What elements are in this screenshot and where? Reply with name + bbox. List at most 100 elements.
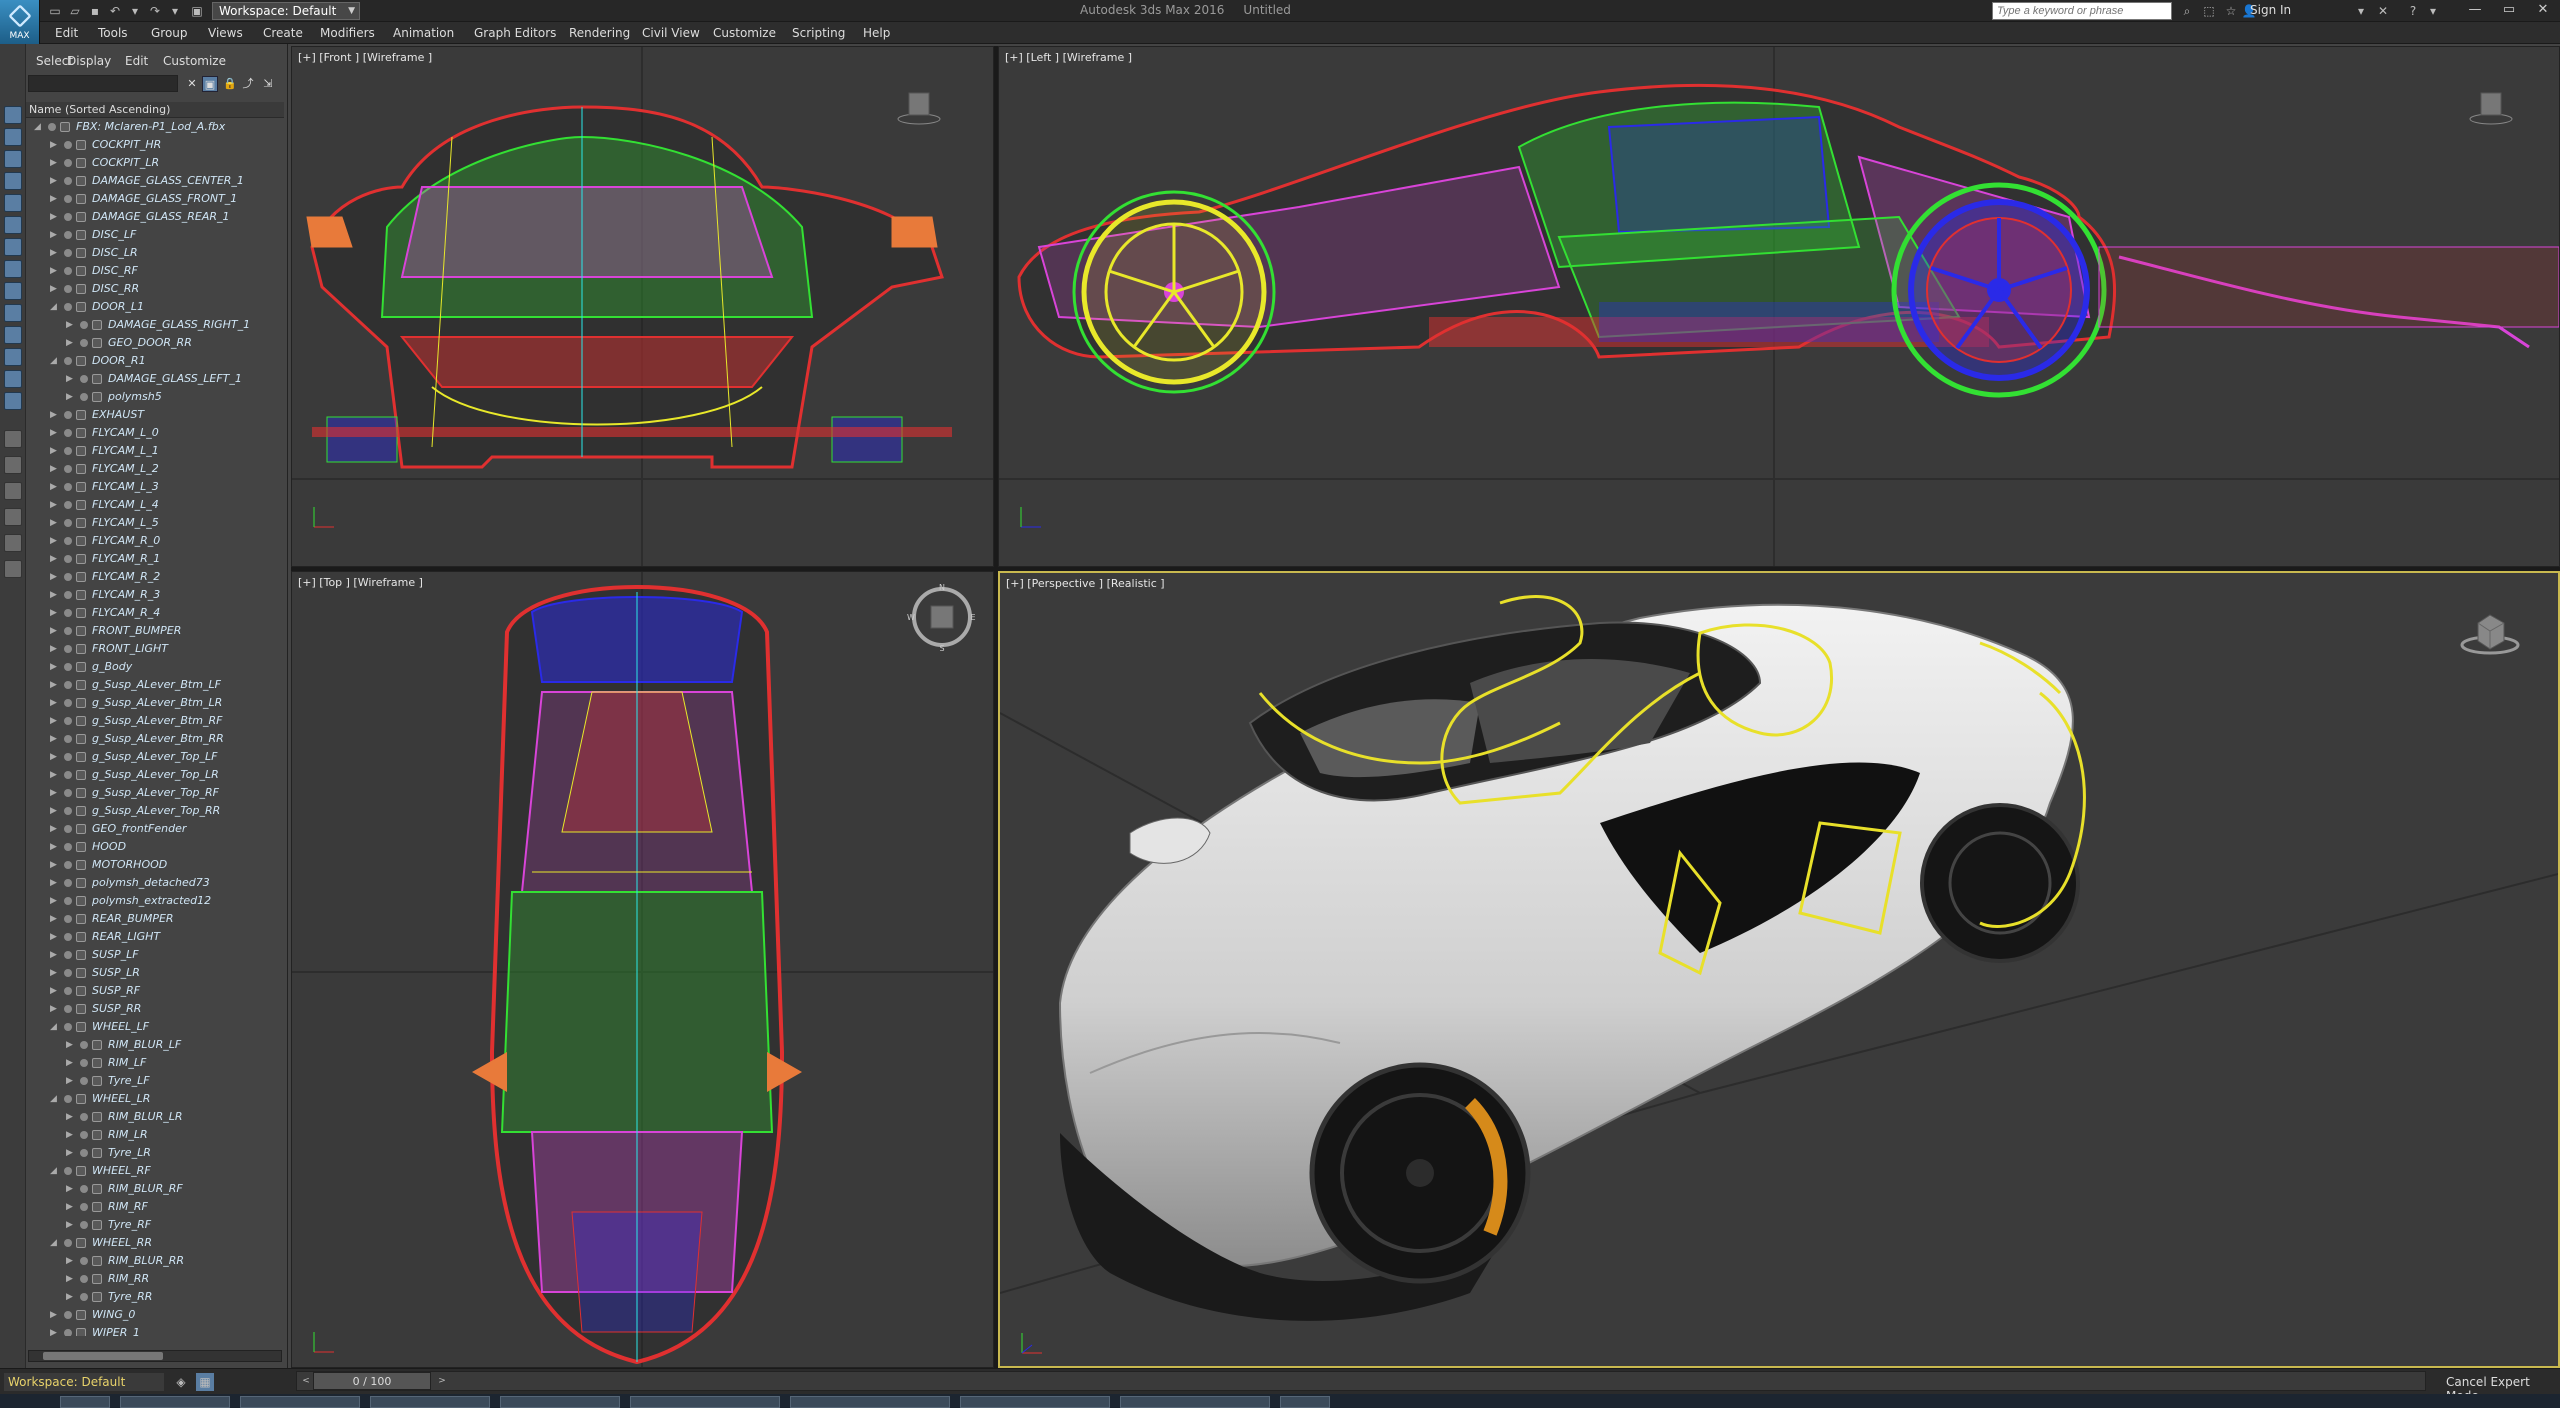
visibility-icon[interactable]	[64, 861, 72, 869]
explorer-tab-customize[interactable]: Customize	[163, 54, 226, 68]
visibility-icon[interactable]	[48, 123, 56, 131]
explorer-row[interactable]: ▶ polymsh_detached73	[26, 874, 284, 892]
workspace-dropdown[interactable]: Workspace: Default ▼	[212, 2, 360, 20]
visibility-icon[interactable]	[80, 1221, 88, 1229]
explorer-row[interactable]: ▶ Tyre_RR	[26, 1288, 284, 1306]
time-slider[interactable]: < 0 / 100 >	[296, 1371, 2426, 1391]
expand-arrow-icon[interactable]: ▶	[50, 1324, 60, 1336]
explorer-row[interactable]: ▶ Tyre_LF	[26, 1072, 284, 1090]
explorer-row[interactable]: ◢ WHEEL_RF	[26, 1162, 284, 1180]
left-viewport-label[interactable]: [+] [Left ] [Wireframe ]	[1005, 51, 1132, 64]
collapse-arrow-icon[interactable]: ◢	[50, 352, 60, 370]
find-input[interactable]	[28, 75, 178, 92]
collapse-arrow-icon[interactable]: ◢	[50, 1090, 60, 1108]
expand-arrow-icon[interactable]: ▶	[50, 532, 60, 550]
minimize-button[interactable]: —	[2460, 0, 2490, 20]
menu-animation[interactable]: Animation	[393, 26, 454, 40]
expand-arrow-icon[interactable]: ▶	[66, 1252, 76, 1270]
visibility-icon[interactable]	[64, 897, 72, 905]
explorer-row[interactable]: ▶ FRONT_BUMPER	[26, 622, 284, 640]
explorer-row[interactable]: ▶ EXHAUST	[26, 406, 284, 424]
collapse-arrow-icon[interactable]: ◢	[50, 1018, 60, 1036]
expand-arrow-icon[interactable]: ▶	[50, 892, 60, 910]
visibility-icon[interactable]	[64, 285, 72, 293]
display-helpers-icon[interactable]	[4, 216, 22, 234]
display-xrefs-icon[interactable]	[4, 282, 22, 300]
visibility-icon[interactable]	[64, 735, 72, 743]
explorer-row[interactable]: ▶ DAMAGE_GLASS_FRONT_1	[26, 190, 284, 208]
explorer-row[interactable]: ▶ RIM_LR	[26, 1126, 284, 1144]
display-shapes-icon[interactable]	[4, 150, 22, 168]
expand-arrow-icon[interactable]: ▶	[50, 982, 60, 1000]
taskbar-app[interactable]	[240, 1396, 360, 1408]
explorer-row[interactable]: ▶ SUSP_RF	[26, 982, 284, 1000]
expand-arrow-icon[interactable]: ▶	[50, 946, 60, 964]
expand-arrow-icon[interactable]: ▶	[66, 388, 76, 406]
scrollbar-thumb[interactable]	[43, 1352, 163, 1360]
explorer-tab-display[interactable]: Display	[67, 54, 111, 68]
explorer-row[interactable]: ▶ RIM_BLUR_LR	[26, 1108, 284, 1126]
explorer-row[interactable]: ▶ RIM_BLUR_RF	[26, 1180, 284, 1198]
visibility-icon[interactable]	[64, 447, 72, 455]
expand-arrow-icon[interactable]: ▶	[50, 658, 60, 676]
display-hidden-icon[interactable]	[4, 370, 22, 388]
taskbar-app[interactable]	[630, 1396, 780, 1408]
explorer-row[interactable]: ▶ Tyre_LR	[26, 1144, 284, 1162]
visibility-icon[interactable]	[64, 771, 72, 779]
taskbar-app[interactable]	[370, 1396, 490, 1408]
expand-arrow-icon[interactable]: ▶	[66, 370, 76, 388]
collapse-arrow-icon[interactable]: ◢	[34, 118, 44, 136]
expand-arrow-icon[interactable]: ▶	[66, 1072, 76, 1090]
explorer-row[interactable]: ▶ FLYCAM_R_4	[26, 604, 284, 622]
expand-arrow-icon[interactable]: ▶	[50, 622, 60, 640]
expand-arrow-icon[interactable]: ▶	[66, 1054, 76, 1072]
visibility-icon[interactable]	[64, 879, 72, 887]
explorer-row[interactable]: ▶ SUSP_LF	[26, 946, 284, 964]
visibility-icon[interactable]	[64, 1095, 72, 1103]
expand-arrow-icon[interactable]: ▶	[50, 550, 60, 568]
visibility-icon[interactable]	[64, 591, 72, 599]
explorer-row[interactable]: ▶ RIM_RR	[26, 1270, 284, 1288]
clear-find-icon[interactable]: ✕	[184, 76, 200, 92]
visibility-icon[interactable]	[64, 195, 72, 203]
visibility-icon[interactable]	[80, 321, 88, 329]
expand-arrow-icon[interactable]: ▶	[50, 460, 60, 478]
explorer-row[interactable]: ▶ DAMAGE_GLASS_RIGHT_1	[26, 316, 284, 334]
visibility-icon[interactable]	[64, 753, 72, 761]
expand-arrow-icon[interactable]: ▶	[50, 910, 60, 928]
visibility-icon[interactable]	[64, 159, 72, 167]
display-frozen-icon[interactable]	[4, 348, 22, 366]
perspective-viewcube[interactable]	[2460, 603, 2520, 663]
visibility-icon[interactable]	[80, 1293, 88, 1301]
open-file-icon[interactable]: ▱	[66, 3, 84, 19]
front-viewcube[interactable]	[897, 85, 941, 129]
menu-customize[interactable]: Customize	[713, 26, 776, 40]
hierarchy-icon[interactable]	[4, 534, 22, 552]
visibility-icon[interactable]	[64, 645, 72, 653]
expand-arrow-icon[interactable]: ▶	[50, 136, 60, 154]
help-dropdown-icon[interactable]: ▾	[2424, 2, 2442, 20]
layer-explorer-icon[interactable]: ◈	[172, 1373, 190, 1391]
visibility-icon[interactable]	[64, 699, 72, 707]
visibility-icon[interactable]	[64, 969, 72, 977]
visibility-icon[interactable]	[64, 1005, 72, 1013]
explorer-row[interactable]: ▶ REAR_LIGHT	[26, 928, 284, 946]
maximize-button[interactable]: ▭	[2494, 0, 2524, 20]
expand-arrow-icon[interactable]: ▶	[66, 1180, 76, 1198]
explorer-row[interactable]: ▶ g_Susp_ALever_Top_LF	[26, 748, 284, 766]
explorer-row[interactable]: ◢ WHEEL_LR	[26, 1090, 284, 1108]
visibility-icon[interactable]	[80, 1185, 88, 1193]
visibility-icon[interactable]	[80, 1041, 88, 1049]
visibility-icon[interactable]	[80, 1077, 88, 1085]
display-cameras-icon[interactable]	[4, 194, 22, 212]
collapse-arrow-icon[interactable]: ◢	[50, 298, 60, 316]
explorer-horizontal-scrollbar[interactable]	[28, 1350, 282, 1362]
explorer-row[interactable]: ▶ DISC_RF	[26, 262, 284, 280]
close-button[interactable]: ✕	[2528, 0, 2558, 20]
expand-arrow-icon[interactable]: ▶	[66, 1288, 76, 1306]
sign-in-link[interactable]: Sign In	[2250, 3, 2291, 17]
expand-arrow-icon[interactable]: ▶	[66, 1216, 76, 1234]
visibility-icon[interactable]	[64, 1239, 72, 1247]
menu-help[interactable]: Help	[863, 26, 890, 40]
explorer-row[interactable]: ▶ DAMAGE_GLASS_CENTER_1	[26, 172, 284, 190]
